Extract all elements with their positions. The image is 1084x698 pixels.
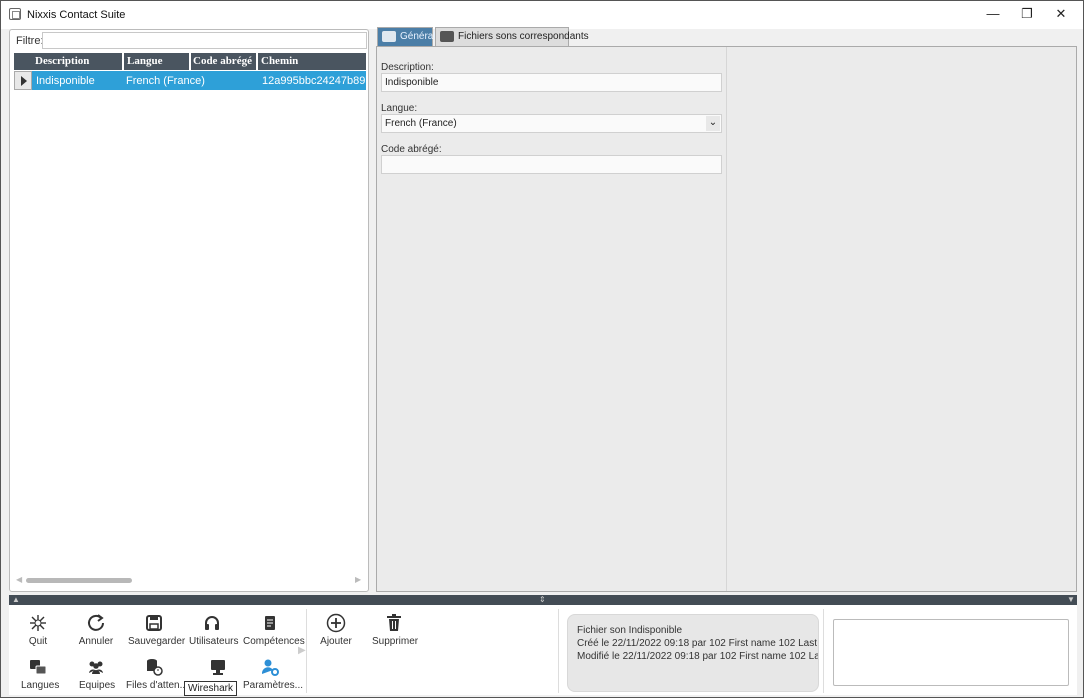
parametres-button[interactable]: Paramètres... <box>243 657 303 691</box>
resize-handle-icon[interactable]: ⇕ <box>539 595 546 604</box>
tab-general-label: Général <box>400 31 436 42</box>
add-icon <box>326 613 346 633</box>
description-label: Description: <box>381 62 434 73</box>
filter-input[interactable] <box>42 32 367 49</box>
window-title: Nixxis Contact Suite <box>27 9 126 21</box>
sauvegarder-label: Sauvegarder <box>128 636 186 647</box>
langues-label: Langues <box>21 680 60 691</box>
parametres-label: Paramètres... <box>243 680 304 691</box>
cell-description: Indisponible <box>36 75 95 87</box>
utilisateurs-button[interactable]: Utilisateurs <box>189 613 239 647</box>
trash-icon <box>384 613 404 633</box>
cell-chemin: 12a995bbc24247b8974a6 <box>262 75 366 87</box>
column-header-chemin[interactable]: Chemin <box>261 55 298 67</box>
filter-label: Filtre: <box>16 35 44 47</box>
restore-button[interactable]: ❐ <box>1010 1 1044 29</box>
sound-files-tab-icon <box>440 31 454 42</box>
langues-button[interactable]: Langues <box>21 657 59 691</box>
ribbon-expand-icon[interactable]: ▶ <box>298 645 306 656</box>
panel-splitter[interactable]: ▲ ⇕ ▼ <box>9 595 1077 605</box>
row-indicator-icon <box>14 71 32 90</box>
ajouter-label: Ajouter <box>320 636 352 647</box>
horizontal-scrollbar[interactable]: ◀ ▶ <box>14 575 364 586</box>
quit-icon <box>28 613 48 633</box>
general-form: Description: Indisponible Langue: French… <box>377 47 727 591</box>
skills-icon <box>260 613 280 633</box>
langue-label: Langue: <box>381 103 418 114</box>
supprimer-button[interactable]: Supprimer <box>372 613 419 647</box>
detail-panel: Description: Indisponible Langue: French… <box>376 46 1077 592</box>
files-attente-label: Files d'atten... <box>126 680 188 691</box>
column-header-langue[interactable]: Langue <box>127 55 162 67</box>
ajouter-button[interactable]: Ajouter <box>319 613 353 647</box>
competences-label: Compétences <box>243 636 305 647</box>
column-header-code[interactable]: Code abrégé <box>193 55 252 67</box>
notes-box[interactable] <box>833 619 1069 686</box>
app-window: Nixxis Contact Suite — ❐ ✕ Filtre: Descr… <box>0 0 1084 698</box>
quit-button[interactable]: Quit <box>22 613 54 647</box>
langue-select[interactable]: French (France) ⌄ <box>381 114 722 133</box>
chevron-down-icon[interactable]: ⌄ <box>706 116 720 131</box>
refresh-icon <box>86 613 106 633</box>
scroll-right-icon[interactable]: ▶ <box>355 575 361 584</box>
teams-icon <box>86 657 106 677</box>
grid-header: Description Langue Code abrégé Chemin <box>14 53 366 70</box>
files-attente-button[interactable]: Files d'atten... <box>126 657 188 691</box>
cell-langue: French (France) <box>126 75 205 87</box>
close-button[interactable]: ✕ <box>1044 1 1078 29</box>
user-settings-icon <box>260 657 280 677</box>
title-bar: Nixxis Contact Suite — ❐ ✕ <box>1 1 1083 29</box>
info-title: Fichier son Indisponible <box>577 625 683 636</box>
data-grid: Description Langue Code abrégé Chemin In… <box>14 53 366 568</box>
save-icon <box>144 613 164 633</box>
annuler-button[interactable]: Annuler <box>78 613 114 647</box>
column-header-description[interactable]: Description <box>35 55 89 67</box>
scrollbar-thumb[interactable] <box>26 578 132 583</box>
minimize-button[interactable]: — <box>976 1 1010 29</box>
tab-fichiers-label: Fichiers sons correspondants <box>458 31 589 42</box>
equipes-button[interactable]: Equipes <box>79 657 116 691</box>
info-created: Créé le 22/11/2022 09:18 par 102 First n… <box>577 638 819 649</box>
list-panel: Filtre: Description Langue Code abrégé C… <box>9 29 369 592</box>
headset-icon <box>202 613 222 633</box>
tab-fichiers-sons[interactable]: Fichiers sons correspondants <box>435 27 589 46</box>
description-field[interactable]: Indisponible <box>381 73 722 92</box>
monitor-icon <box>208 657 228 677</box>
languages-icon <box>28 657 48 677</box>
equipes-label: Equipes <box>79 680 116 691</box>
info-modified: Modifié le 22/11/2022 09:18 par 102 Firs… <box>577 651 819 662</box>
collapse-down-icon[interactable]: ▼ <box>1067 595 1075 604</box>
code-field[interactable] <box>381 155 722 174</box>
queues-icon <box>144 657 164 677</box>
supprimer-label: Supprimer <box>372 636 419 647</box>
langue-select-value: French (France) <box>385 118 457 129</box>
table-row[interactable]: Indisponible French (France) 12a995bbc24… <box>14 71 366 90</box>
annuler-label: Annuler <box>78 636 114 647</box>
record-info-box: Fichier son Indisponible Créé le 22/11/2… <box>567 614 819 692</box>
utilisateurs-label: Utilisateurs <box>189 636 239 647</box>
general-tab-icon <box>382 31 396 42</box>
tab-general[interactable]: Général <box>377 27 436 46</box>
code-label: Code abrégé: <box>381 144 442 155</box>
app-logo-icon <box>9 8 21 20</box>
wireshark-tooltip: Wireshark <box>184 681 238 696</box>
sauvegarder-button[interactable]: Sauvegarder <box>128 613 185 647</box>
scroll-left-icon[interactable]: ◀ <box>16 575 22 584</box>
quit-label: Quit <box>28 636 48 647</box>
collapse-left-icon[interactable]: ▲ <box>12 595 20 604</box>
competences-button[interactable]: Compétences <box>243 613 305 647</box>
